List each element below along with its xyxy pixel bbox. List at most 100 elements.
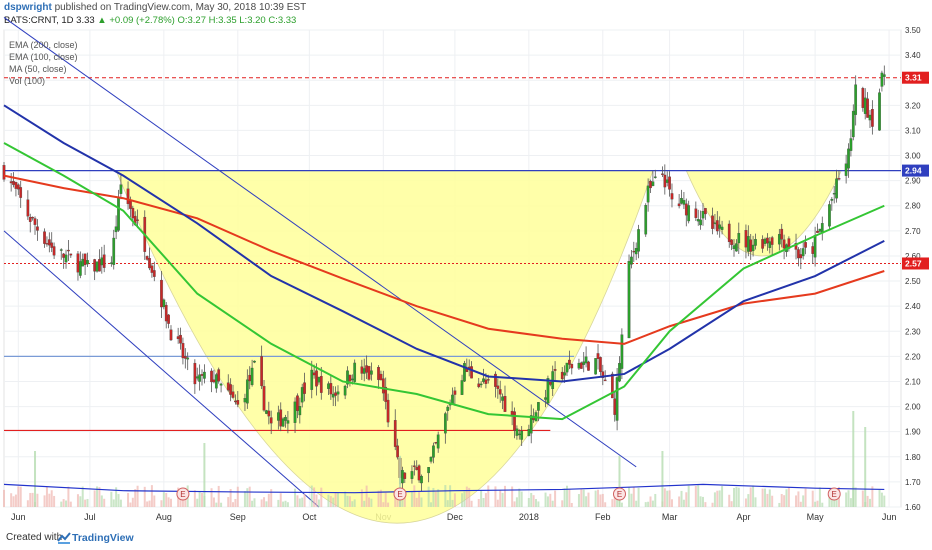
volume-bar bbox=[286, 502, 289, 507]
candle-body bbox=[737, 233, 741, 244]
volume-bar bbox=[69, 501, 72, 507]
candle-body bbox=[517, 433, 521, 436]
candle-body bbox=[315, 370, 318, 387]
volume-bar bbox=[554, 490, 557, 507]
volume-bar bbox=[594, 490, 597, 507]
volume-bar bbox=[329, 496, 332, 507]
volume-bar bbox=[193, 490, 196, 507]
volume-bar bbox=[503, 485, 506, 507]
price-tag-label: 3.31 bbox=[905, 73, 922, 83]
volume-bar bbox=[687, 485, 690, 507]
candle-body bbox=[715, 220, 719, 232]
candle-body bbox=[763, 238, 767, 244]
candle-body bbox=[560, 371, 564, 380]
legend-item[interactable]: EMA (100, close) bbox=[9, 52, 78, 62]
candle-body bbox=[768, 241, 772, 248]
volume-bar bbox=[854, 487, 857, 507]
candle-body bbox=[52, 246, 56, 256]
legend-item[interactable]: MA (50, close) bbox=[9, 64, 67, 74]
candle-body bbox=[353, 362, 357, 382]
candle-body bbox=[300, 387, 304, 403]
candle-body bbox=[620, 334, 624, 369]
candle-body bbox=[520, 430, 524, 440]
candle-body bbox=[770, 237, 774, 245]
volume-bar bbox=[465, 486, 468, 507]
volume-bar bbox=[146, 501, 149, 507]
candle-body bbox=[231, 391, 235, 398]
candle-body bbox=[563, 372, 566, 376]
volume-bar bbox=[563, 488, 566, 507]
candle-body bbox=[234, 400, 237, 403]
volume-bar bbox=[604, 502, 607, 507]
candle-body bbox=[310, 369, 314, 390]
candle-body bbox=[95, 261, 99, 272]
legend-item[interactable]: EMA (200, close) bbox=[9, 40, 78, 50]
volume-bar bbox=[835, 499, 838, 507]
candle-body bbox=[267, 410, 271, 417]
volume-bar bbox=[282, 501, 285, 507]
volume-bar bbox=[568, 489, 571, 507]
candle-body bbox=[527, 429, 531, 437]
candle-body bbox=[9, 181, 13, 184]
volume-bar bbox=[103, 498, 106, 507]
volume-bar bbox=[277, 499, 280, 507]
candle-body bbox=[568, 359, 571, 365]
volume-bar bbox=[861, 490, 864, 507]
volume-bar bbox=[387, 502, 390, 507]
candle-body bbox=[584, 356, 588, 364]
candle-body bbox=[100, 257, 104, 266]
y-tick-label: 1.80 bbox=[905, 453, 921, 462]
y-tick-label: 2.10 bbox=[905, 377, 921, 386]
candle-body bbox=[699, 219, 702, 226]
volume-bar bbox=[451, 499, 454, 507]
volume-bar bbox=[212, 497, 215, 507]
volume-bar bbox=[53, 495, 56, 507]
legend-item[interactable]: Vol (100) bbox=[9, 76, 45, 86]
candle-body bbox=[129, 200, 132, 209]
volume-bar bbox=[134, 489, 137, 507]
candle-body bbox=[362, 368, 366, 374]
volume-bar bbox=[365, 485, 368, 507]
candle-body bbox=[176, 336, 180, 340]
volume-bar bbox=[129, 502, 132, 507]
volume-bar bbox=[549, 493, 552, 507]
candle-body bbox=[863, 97, 867, 114]
candle-body bbox=[43, 231, 46, 244]
candle-body bbox=[868, 114, 872, 121]
volume-bar bbox=[761, 488, 764, 507]
volume-bar bbox=[453, 493, 456, 507]
volume-bar bbox=[100, 495, 103, 507]
candle-body bbox=[751, 244, 755, 252]
tradingview-brand[interactable]: TradingView bbox=[72, 532, 134, 544]
candle-body bbox=[393, 420, 397, 447]
candle-body bbox=[665, 179, 669, 183]
tradingview-logo-icon[interactable] bbox=[57, 531, 71, 545]
candle-body bbox=[653, 176, 657, 178]
x-tick-label: Dec bbox=[447, 512, 464, 522]
volume-bar bbox=[253, 498, 256, 507]
candle-body bbox=[565, 362, 569, 373]
candle-body bbox=[131, 207, 135, 219]
candle-body bbox=[167, 314, 170, 324]
candle-body bbox=[260, 356, 263, 387]
volume-bar bbox=[449, 485, 452, 507]
volume-bar bbox=[802, 495, 805, 507]
volume-bar bbox=[220, 502, 223, 507]
candle-body bbox=[16, 184, 20, 190]
price-chart[interactable]: 3.503.403.303.203.103.002.902.802.702.60… bbox=[0, 0, 932, 550]
volume-bar bbox=[153, 495, 156, 507]
candle-body bbox=[28, 216, 32, 222]
candle-body bbox=[343, 385, 347, 396]
y-tick-label: 3.40 bbox=[905, 51, 921, 60]
volume-bar bbox=[434, 491, 437, 507]
candle-body bbox=[81, 258, 85, 267]
volume-bar bbox=[811, 490, 814, 507]
candle-body bbox=[31, 216, 34, 219]
volume-bar bbox=[849, 498, 852, 507]
candle-body bbox=[537, 402, 540, 411]
candle-body bbox=[599, 357, 602, 372]
y-tick-label: 1.70 bbox=[905, 478, 921, 487]
price-tag-label: 2.94 bbox=[905, 166, 922, 176]
volume-bar bbox=[737, 487, 740, 507]
volume-bar bbox=[716, 490, 719, 507]
